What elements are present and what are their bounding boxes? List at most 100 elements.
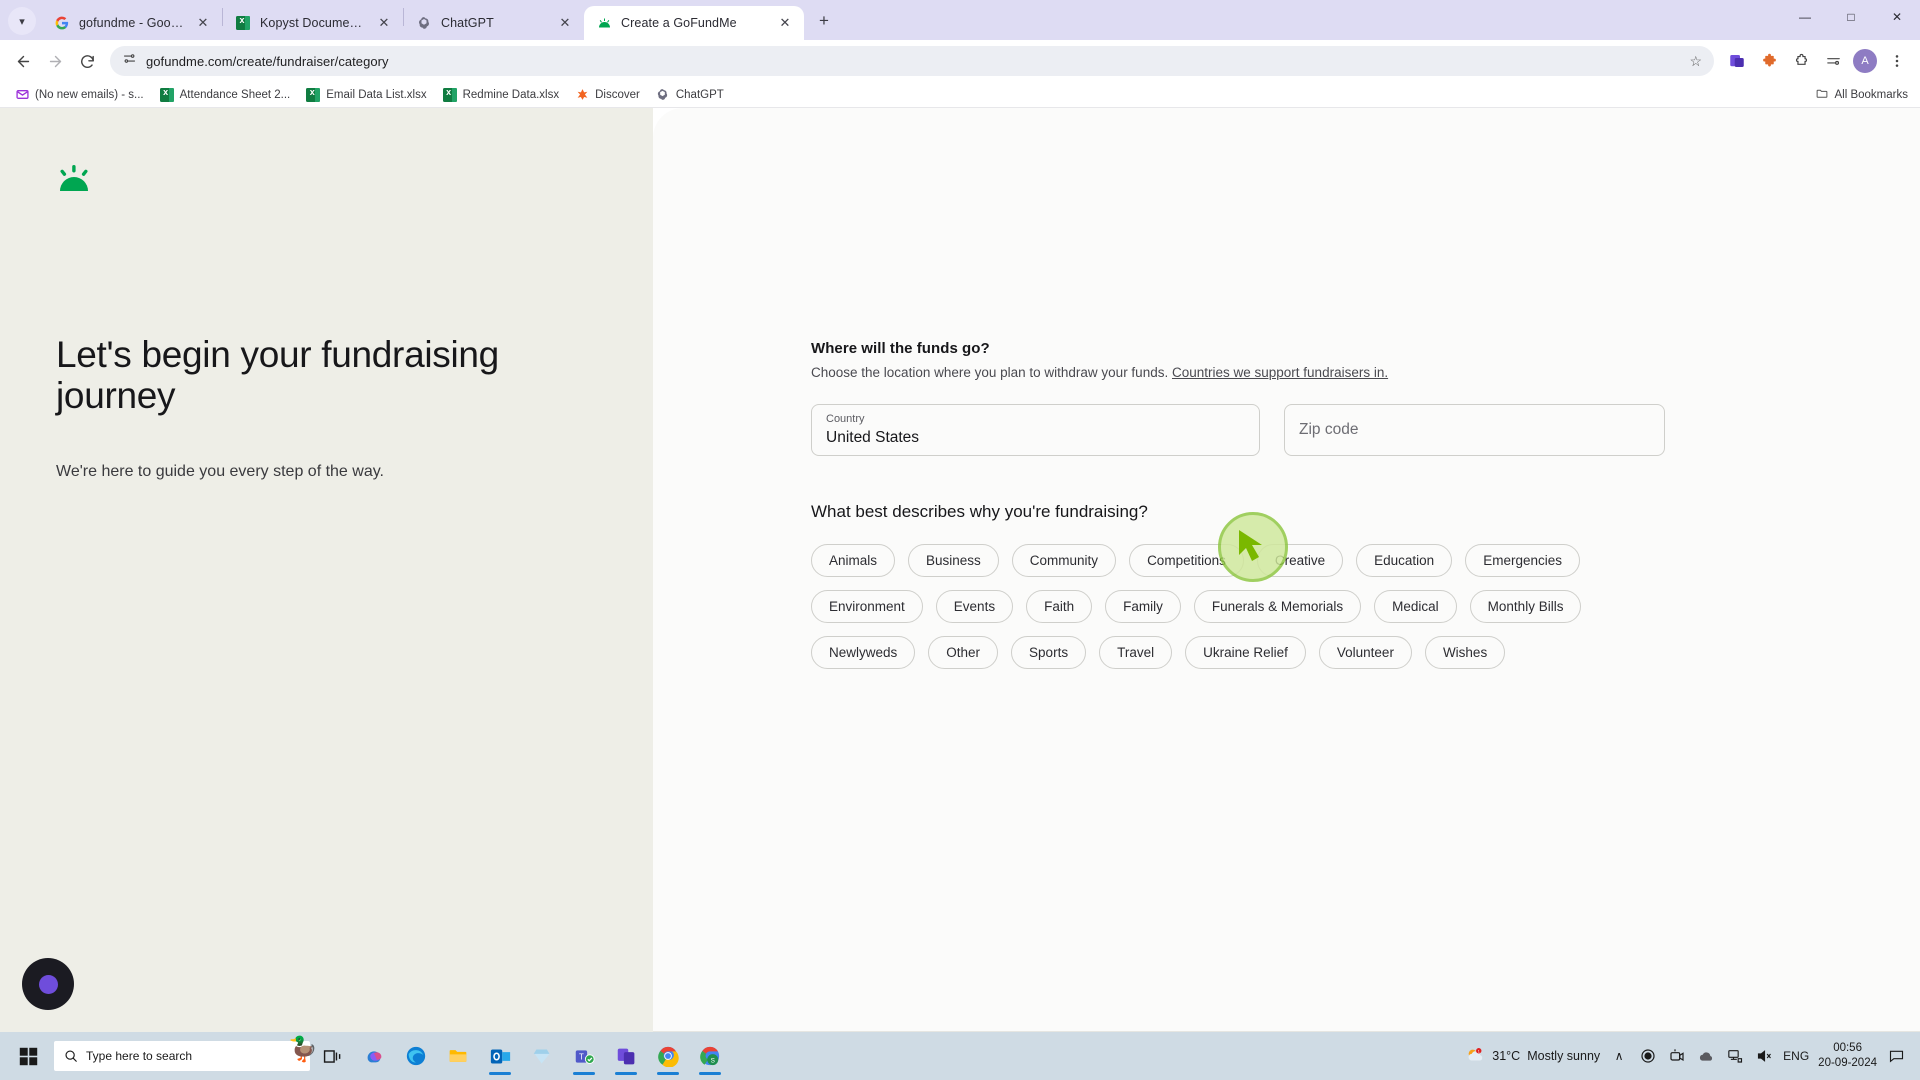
mail-icon — [15, 88, 29, 102]
category-chip-family[interactable]: Family — [1105, 590, 1181, 623]
tab-close-icon[interactable]: ✕ — [556, 14, 574, 32]
show-hidden-icons-chevron-icon[interactable]: ∧ — [1609, 1046, 1629, 1066]
task-view-icon[interactable] — [312, 1036, 352, 1076]
mouse-cursor-icon — [1235, 528, 1271, 571]
system-tray: 1 31°C Mostly sunny ∧ ENG 00:56 20-09-20… — [1465, 1041, 1914, 1071]
volume-muted-icon[interactable] — [1754, 1046, 1774, 1066]
edge-icon[interactable] — [396, 1036, 436, 1076]
kopyst-extension-icon[interactable] — [1722, 46, 1752, 76]
cursor-highlight — [1218, 512, 1288, 582]
country-label: Country — [826, 413, 865, 425]
supported-countries-link[interactable]: Countries we support fundraisers in. — [1172, 365, 1388, 380]
close-window-button[interactable]: ✕ — [1874, 0, 1920, 34]
category-chip-travel[interactable]: Travel — [1099, 636, 1173, 669]
tab-search-chevron-icon[interactable]: ▾ — [8, 7, 36, 35]
category-chip-newlyweds[interactable]: Newlyweds — [811, 636, 916, 669]
tab-close-icon[interactable]: ✕ — [776, 14, 794, 32]
bookmark-label: Discover — [595, 88, 640, 101]
extensions-icon[interactable] — [1786, 46, 1816, 76]
category-chip-ukraine-relief[interactable]: Ukraine Relief — [1185, 636, 1306, 669]
category-chip-community[interactable]: Community — [1011, 544, 1117, 577]
camera-icon[interactable] — [1667, 1046, 1687, 1066]
category-chip-environment[interactable]: Environment — [811, 590, 923, 623]
onedrive-cloud-icon[interactable] — [1696, 1046, 1716, 1066]
excel-icon — [159, 87, 174, 102]
outlook-icon[interactable] — [480, 1036, 520, 1076]
browser-tab-3[interactable]: Create a GoFundMe ✕ — [584, 6, 804, 40]
browser-actions: A — [1722, 46, 1912, 76]
all-bookmarks-button[interactable]: All Bookmarks — [1815, 87, 1913, 103]
chrome-menu-button[interactable] — [1882, 46, 1912, 76]
bookmark-item-4[interactable]: Discover — [568, 86, 647, 104]
funds-description-text: Choose the location where you plan to wi… — [811, 365, 1169, 380]
bookmark-item-1[interactable]: Attendance Sheet 2... — [153, 86, 298, 104]
bookmark-star-icon[interactable]: ☆ — [1689, 53, 1702, 70]
chrome-recorder-icon[interactable]: S — [690, 1036, 730, 1076]
chrome-icon[interactable] — [648, 1036, 688, 1076]
bookmark-label: Attendance Sheet 2... — [179, 88, 291, 101]
tab-strip: ▾ gofundme - Google Search ✕ Kopyst Docu… — [0, 0, 1920, 40]
bookmark-item-5[interactable]: ChatGPT — [649, 86, 731, 104]
folder-icon — [1815, 87, 1829, 103]
network-icon[interactable] — [1725, 1046, 1745, 1066]
category-chip-wishes[interactable]: Wishes — [1424, 636, 1506, 669]
back-button[interactable] — [8, 46, 38, 76]
category-chip-education[interactable]: Education — [1356, 544, 1453, 577]
reload-button[interactable] — [72, 46, 102, 76]
window-controls: — □ ✕ — [1782, 0, 1920, 40]
weather-condition: Mostly sunny — [1527, 1049, 1601, 1063]
bookmark-label: ChatGPT — [675, 88, 724, 101]
category-chip-events[interactable]: Events — [935, 590, 1014, 623]
all-bookmarks-label: All Bookmarks — [1834, 88, 1909, 101]
bookmark-item-3[interactable]: Redmine Data.xlsx — [436, 86, 567, 104]
copilot-icon[interactable] — [354, 1036, 394, 1076]
country-select[interactable]: Country United States — [811, 404, 1260, 456]
screen-recorder-bubble[interactable] — [22, 958, 74, 1010]
discover-icon — [575, 88, 589, 102]
taskbar-clock[interactable]: 00:56 20-09-2024 — [1818, 1041, 1877, 1071]
kopyst-icon[interactable] — [606, 1036, 646, 1076]
category-chip-faith[interactable]: Faith — [1026, 590, 1093, 623]
category-chip-monthly-bills[interactable]: Monthly Bills — [1469, 590, 1582, 623]
weather-widget[interactable]: 1 31°C Mostly sunny — [1465, 1046, 1600, 1066]
left-hero-panel: Let's begin your fundraising journey We'… — [0, 108, 653, 1032]
location-fields: Country United States Zip code — [811, 404, 1860, 456]
profile-button[interactable]: A — [1850, 46, 1880, 76]
category-chip-animals[interactable]: Animals — [811, 544, 896, 577]
browser-tab-2[interactable]: ChatGPT ✕ — [404, 6, 584, 40]
category-chip-emergencies[interactable]: Emergencies — [1465, 544, 1580, 577]
language-indicator[interactable]: ENG — [1783, 1049, 1809, 1063]
category-chip-funerals-memorials[interactable]: Funerals & Memorials — [1193, 590, 1362, 623]
maximize-button[interactable]: □ — [1828, 0, 1874, 34]
browser-tab-1[interactable]: Kopyst Documents Creation.xlsx ✕ — [223, 6, 403, 40]
taskbar-search-box[interactable]: Type here to search 🦆 — [54, 1036, 318, 1071]
zip-code-field[interactable]: Zip code — [1284, 404, 1665, 456]
tab-close-icon[interactable]: ✕ — [375, 14, 393, 32]
start-button[interactable] — [6, 1036, 50, 1076]
new-tab-button[interactable]: + — [810, 7, 838, 35]
performance-icon[interactable] — [1818, 46, 1848, 76]
excel-icon — [306, 87, 321, 102]
forward-button[interactable] — [40, 46, 70, 76]
minimize-button[interactable]: — — [1782, 0, 1828, 34]
bookmark-item-0[interactable]: (No new emails) - s... — [8, 86, 151, 104]
site-settings-icon[interactable] — [122, 51, 137, 71]
teams-icon[interactable]: T — [564, 1036, 604, 1076]
record-status-icon[interactable] — [1638, 1046, 1658, 1066]
svg-text:T: T — [579, 1052, 584, 1061]
category-chip-sports[interactable]: Sports — [1011, 636, 1087, 669]
tab-close-icon[interactable]: ✕ — [194, 14, 212, 32]
file-explorer-icon[interactable] — [438, 1036, 478, 1076]
extensions-puzzle-icon[interactable] — [1754, 46, 1784, 76]
store-icon[interactable] — [522, 1036, 562, 1076]
category-chip-other[interactable]: Other — [928, 636, 999, 669]
weather-icon: 1 — [1465, 1046, 1485, 1066]
category-chip-volunteer[interactable]: Volunteer — [1318, 636, 1412, 669]
category-chip-medical[interactable]: Medical — [1374, 590, 1457, 623]
browser-tab-0[interactable]: gofundme - Google Search ✕ — [42, 6, 222, 40]
address-bar[interactable]: gofundme.com/create/fundraiser/category … — [110, 46, 1714, 76]
category-chip-business[interactable]: Business — [908, 544, 999, 577]
bookmark-item-2[interactable]: Email Data List.xlsx — [299, 86, 433, 104]
notifications-icon[interactable] — [1886, 1046, 1906, 1066]
search-icon — [65, 1050, 77, 1062]
